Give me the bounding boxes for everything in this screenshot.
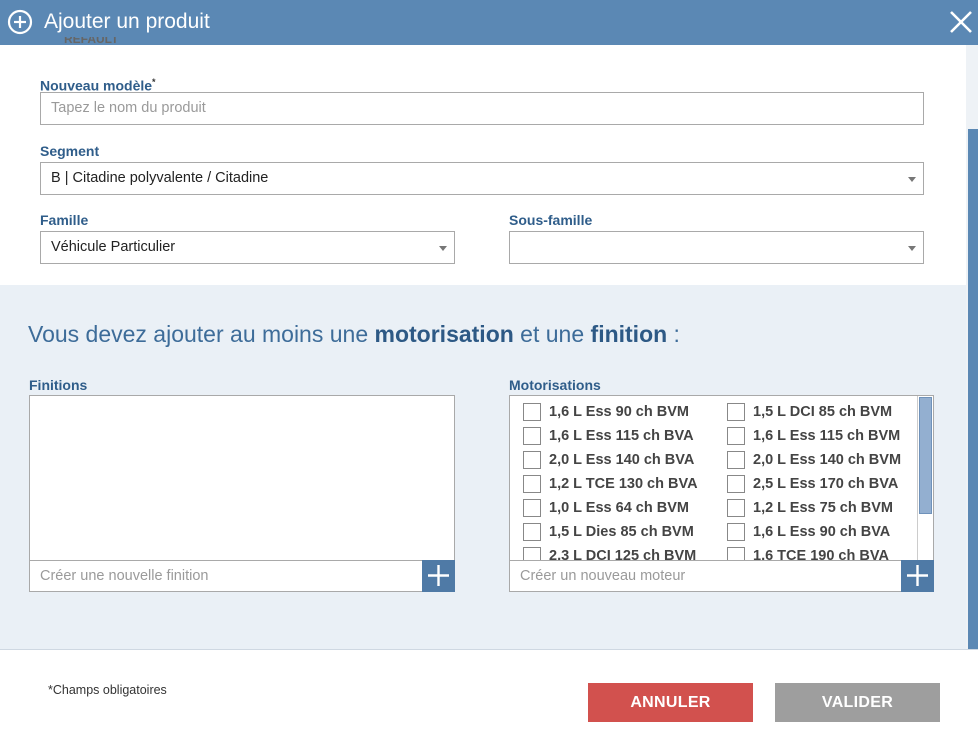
footer-divider bbox=[0, 649, 978, 650]
checkbox[interactable] bbox=[727, 403, 745, 421]
chevron-down-icon bbox=[908, 246, 916, 251]
segment-value: B | Citadine polyvalente / Citadine bbox=[51, 170, 269, 186]
finitions-list bbox=[29, 395, 455, 561]
new-finition-row bbox=[29, 560, 455, 592]
new-moteur-row bbox=[509, 560, 934, 592]
cancel-button[interactable]: ANNULER bbox=[588, 683, 753, 722]
dialog-title: Ajouter un produit bbox=[44, 10, 210, 33]
new-finition-input[interactable] bbox=[40, 561, 420, 591]
checkbox[interactable] bbox=[523, 499, 541, 517]
checkbox[interactable] bbox=[727, 451, 745, 469]
checkbox[interactable] bbox=[523, 523, 541, 541]
validate-button[interactable]: VALIDER bbox=[775, 683, 940, 722]
close-icon[interactable] bbox=[948, 9, 974, 35]
plus-icon bbox=[428, 565, 449, 586]
motorisations-items: 1,6 L Ess 90 ch BVM 1,6 L Ess 115 ch BVA… bbox=[510, 396, 917, 560]
checkbox[interactable] bbox=[523, 451, 541, 469]
plus-circle-icon bbox=[7, 9, 33, 35]
famille-label: Famille bbox=[40, 212, 89, 228]
scrolled-text-fragment: REFAULT bbox=[64, 37, 119, 46]
add-finition-button[interactable] bbox=[422, 560, 455, 592]
checkbox[interactable] bbox=[727, 499, 745, 517]
checkbox[interactable] bbox=[727, 427, 745, 445]
chevron-down-icon bbox=[908, 177, 916, 182]
checkbox[interactable] bbox=[727, 523, 745, 541]
chevron-down-icon bbox=[439, 246, 447, 251]
sous-famille-label: Sous-famille bbox=[509, 212, 593, 228]
model-input[interactable] bbox=[51, 100, 913, 116]
checkbox[interactable] bbox=[727, 475, 745, 493]
dialog-scrollbar-thumb[interactable] bbox=[968, 129, 978, 650]
finitions-label: Finitions bbox=[29, 377, 88, 393]
requirement-prompt: Vous devez ajouter au moins une motorisa… bbox=[28, 321, 680, 347]
checkbox[interactable] bbox=[523, 403, 541, 421]
segment-label: Segment bbox=[40, 143, 100, 159]
new-moteur-input[interactable] bbox=[520, 561, 900, 591]
add-moteur-button[interactable] bbox=[901, 560, 934, 592]
famille-value: Véhicule Particulier bbox=[51, 239, 176, 255]
checkbox[interactable] bbox=[523, 475, 541, 493]
motorisations-scrollbar-thumb[interactable] bbox=[919, 397, 932, 514]
checkbox[interactable] bbox=[523, 547, 541, 560]
sous-famille-select[interactable] bbox=[509, 231, 924, 264]
dialog-scrollbar[interactable] bbox=[966, 45, 978, 650]
segment-select[interactable]: B | Citadine polyvalente / Citadine bbox=[40, 162, 924, 195]
checkbox[interactable] bbox=[727, 547, 745, 560]
required-fields-note: *Champs obligatoires bbox=[48, 683, 167, 697]
motorisations-scrollbar[interactable] bbox=[917, 396, 933, 560]
dialog-header: Ajouter un produit bbox=[0, 0, 978, 45]
checkbox[interactable] bbox=[523, 427, 541, 445]
famille-select[interactable]: Véhicule Particulier bbox=[40, 231, 455, 264]
motorisations-label: Motorisations bbox=[509, 377, 601, 393]
plus-icon bbox=[907, 565, 928, 586]
model-field[interactable] bbox=[40, 92, 924, 125]
